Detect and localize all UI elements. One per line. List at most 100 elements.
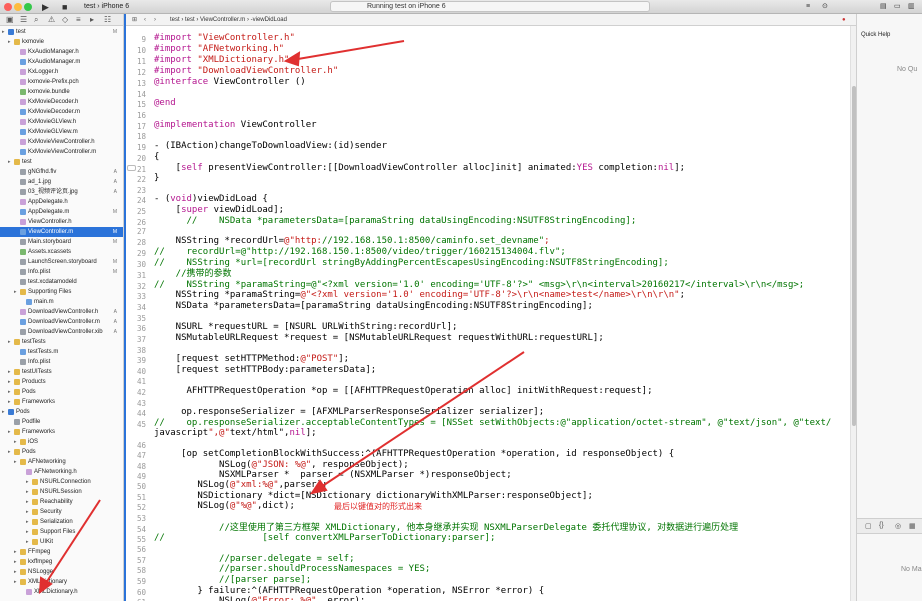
error-icon[interactable]: ● <box>842 14 846 26</box>
breadcrumb-file[interactable]: ViewController.m <box>200 17 245 23</box>
disclosure-triangle-icon[interactable]: ▸ <box>8 387 11 397</box>
disclosure-triangle-icon[interactable]: ▸ <box>14 577 17 587</box>
navigator-row[interactable]: KxAudioManager.h <box>0 47 123 57</box>
navigator-row[interactable]: ▸ Pods <box>0 447 123 457</box>
code-line[interactable]: } <box>154 173 159 184</box>
navigator-row[interactable]: KxMovieGLView.h <box>0 117 123 127</box>
navigator-row[interactable]: Info.plist <box>0 357 123 367</box>
navigator-row[interactable]: LaunchScreen.storyboard M <box>0 257 123 267</box>
code-line[interactable]: NSLog(@"Error: %@", error); <box>154 596 365 601</box>
disclosure-triangle-icon[interactable]: ▸ <box>26 517 29 527</box>
back-icon[interactable]: ‹ <box>144 14 146 26</box>
code-line[interactable]: #import "AFNetworking.h" <box>154 44 284 55</box>
navigator-row[interactable]: ▸ test <box>0 157 123 167</box>
disclosure-triangle-icon[interactable]: ▸ <box>14 437 17 447</box>
navigator-row[interactable]: KxLogger.h <box>0 67 123 77</box>
object-icon[interactable]: ◎ <box>895 522 901 530</box>
navigator-row[interactable]: 03_视频评论页.jpg A <box>0 187 123 197</box>
code-line[interactable]: NSString *recordUrl=@"http://192.168.150… <box>154 236 550 247</box>
disclosure-triangle-icon[interactable]: ▸ <box>2 407 5 417</box>
editor-standard-icon[interactable]: ≡ <box>806 1 810 13</box>
disclosure-triangle-icon[interactable]: ▸ <box>14 567 17 577</box>
code-line[interactable]: - (void)viewDidLoad { <box>154 194 268 205</box>
navigator-row[interactable]: ViewController.h <box>0 217 123 227</box>
play-icon[interactable]: ▶ <box>42 1 49 13</box>
source-editor[interactable]: 9 10 11 12 13 14 15 16 17 18 19 20 21 22 23 24 25 26 27 28 2… <box>126 26 850 601</box>
navigator-row[interactable]: Assets.xcassets <box>0 247 123 257</box>
code-line[interactable]: //携带的参数 <box>154 269 232 280</box>
breadcrumb-method[interactable]: -viewDidLoad <box>251 17 287 23</box>
stop-icon[interactable]: ■ <box>62 1 67 13</box>
code-line[interactable]: [self presentViewController:[[DownloadVi… <box>154 163 685 174</box>
breakpoint-marker[interactable] <box>127 165 136 171</box>
navigator-row[interactable]: ▸ Support Files <box>0 527 123 537</box>
navigator-row[interactable]: ▸ Frameworks <box>0 397 123 407</box>
code-line[interactable]: - (IBAction)changeToDownloadView:(id)sen… <box>154 141 387 152</box>
disclosure-triangle-icon[interactable]: ▸ <box>8 367 11 377</box>
code-snippet-icon[interactable]: {} <box>879 522 884 529</box>
navigator-row[interactable]: KxMovieGLView.m <box>0 127 123 137</box>
navigator-row[interactable]: KxMovieViewController.h <box>0 137 123 147</box>
code-line[interactable]: NSURL *requestURL = [NSURL URLWithString… <box>154 322 458 333</box>
breadcrumb-group[interactable]: test <box>185 17 195 23</box>
code-line[interactable]: // NSString *url=[recordUrl stringByAddi… <box>154 258 669 269</box>
code-line[interactable]: @interface ViewController () <box>154 77 306 88</box>
navigator-row[interactable]: testTests.m <box>0 347 123 357</box>
navigator-row[interactable]: KxAudioManager.m <box>0 57 123 67</box>
code-line[interactable]: NSLog(@"%@",dict); <box>154 501 295 512</box>
code-line[interactable]: #import "XMLDictionary.h" <box>154 55 289 66</box>
navigator-toggle-icon[interactable]: ▤ <box>880 1 887 13</box>
inspector-toggle-icon[interactable]: ▥ <box>908 1 915 13</box>
grid-icon[interactable]: ⊞ <box>132 14 137 26</box>
navigator-row[interactable]: ▸ AFNetworking <box>0 457 123 467</box>
code-line[interactable]: NSString *paramaString=@"<?xml version='… <box>154 290 685 301</box>
debug-icon[interactable]: ≡ <box>76 15 81 25</box>
code-line[interactable]: NSLog(@"xml:%@",parser); <box>154 480 327 491</box>
navigator-row[interactable]: ▸ kxmovie <box>0 37 123 47</box>
media-icon[interactable]: ▦ <box>909 522 916 530</box>
code-line[interactable]: javascript",@"text/html",nil]; <box>154 428 317 439</box>
disclosure-triangle-icon[interactable]: ▸ <box>8 337 11 347</box>
navigator-row[interactable]: ▸ Serialization <box>0 517 123 527</box>
navigator-row[interactable]: kxmovie-Prefix.pch <box>0 77 123 87</box>
navigator-row[interactable]: ▸ FFmpeg <box>0 547 123 557</box>
close-window-button[interactable] <box>4 3 12 11</box>
navigator-row[interactable]: ▸ Pods <box>0 387 123 397</box>
disclosure-triangle-icon[interactable]: ▸ <box>26 477 29 487</box>
navigator-row[interactable]: main.m <box>0 297 123 307</box>
navigator-row[interactable]: ▸ testUITests <box>0 367 123 377</box>
code-line[interactable]: //parser.shouldProcessNamespaces = YES; <box>154 564 430 575</box>
code-line[interactable]: //[parser parse]; <box>154 575 311 586</box>
file-template-icon[interactable]: ▢ <box>865 522 872 530</box>
code-line[interactable]: NSMutableURLRequest *request = [NSMutabl… <box>154 333 604 344</box>
disclosure-triangle-icon[interactable]: ▸ <box>14 287 17 297</box>
navigator-row[interactable]: KxMovieDecoder.m <box>0 107 123 117</box>
code-line[interactable]: // NSData *parametersData=[paramaString … <box>154 216 637 227</box>
disclosure-triangle-icon[interactable]: ▸ <box>14 557 17 567</box>
navigator-row[interactable]: test.xcdatamodeld <box>0 277 123 287</box>
navigator-row[interactable]: KxMovieDecoder.h <box>0 97 123 107</box>
code-line[interactable]: { <box>154 152 159 163</box>
disclosure-triangle-icon[interactable]: ▸ <box>8 37 11 47</box>
code-area[interactable]: #import "ViewController.h" #import "AFNet… <box>154 26 850 601</box>
navigator-row[interactable]: gNGfhd.flv A <box>0 167 123 177</box>
navigator-row[interactable]: ▸ iOS <box>0 437 123 447</box>
navigator-row[interactable]: ▸ NSURLConnection <box>0 477 123 487</box>
navigator-row[interactable]: AFNetworking.h <box>0 467 123 477</box>
navigator-row[interactable]: ▸ Pods <box>0 407 123 417</box>
navigator-row[interactable]: Main.storyboard M <box>0 237 123 247</box>
forward-icon[interactable]: › <box>154 14 156 26</box>
navigator-row[interactable]: DownloadViewController.m A <box>0 317 123 327</box>
minimize-window-button[interactable] <box>14 3 22 11</box>
disclosure-triangle-icon[interactable]: ▸ <box>8 397 11 407</box>
symbol-icon[interactable]: ☰ <box>20 15 27 25</box>
disclosure-triangle-icon[interactable]: ▸ <box>26 537 29 547</box>
disclosure-triangle-icon[interactable]: ▸ <box>26 507 29 517</box>
navigator-row[interactable]: AppDelegate.h <box>0 197 123 207</box>
navigator-row[interactable]: ▸ Frameworks <box>0 427 123 437</box>
test-icon[interactable]: ◇ <box>62 15 68 25</box>
navigator-row[interactable]: ▸ UIKit <box>0 537 123 547</box>
disclosure-triangle-icon[interactable]: ▸ <box>26 487 29 497</box>
navigator-row[interactable]: XMLDictionary.h <box>0 587 123 597</box>
disclosure-triangle-icon[interactable]: ▸ <box>14 547 17 557</box>
